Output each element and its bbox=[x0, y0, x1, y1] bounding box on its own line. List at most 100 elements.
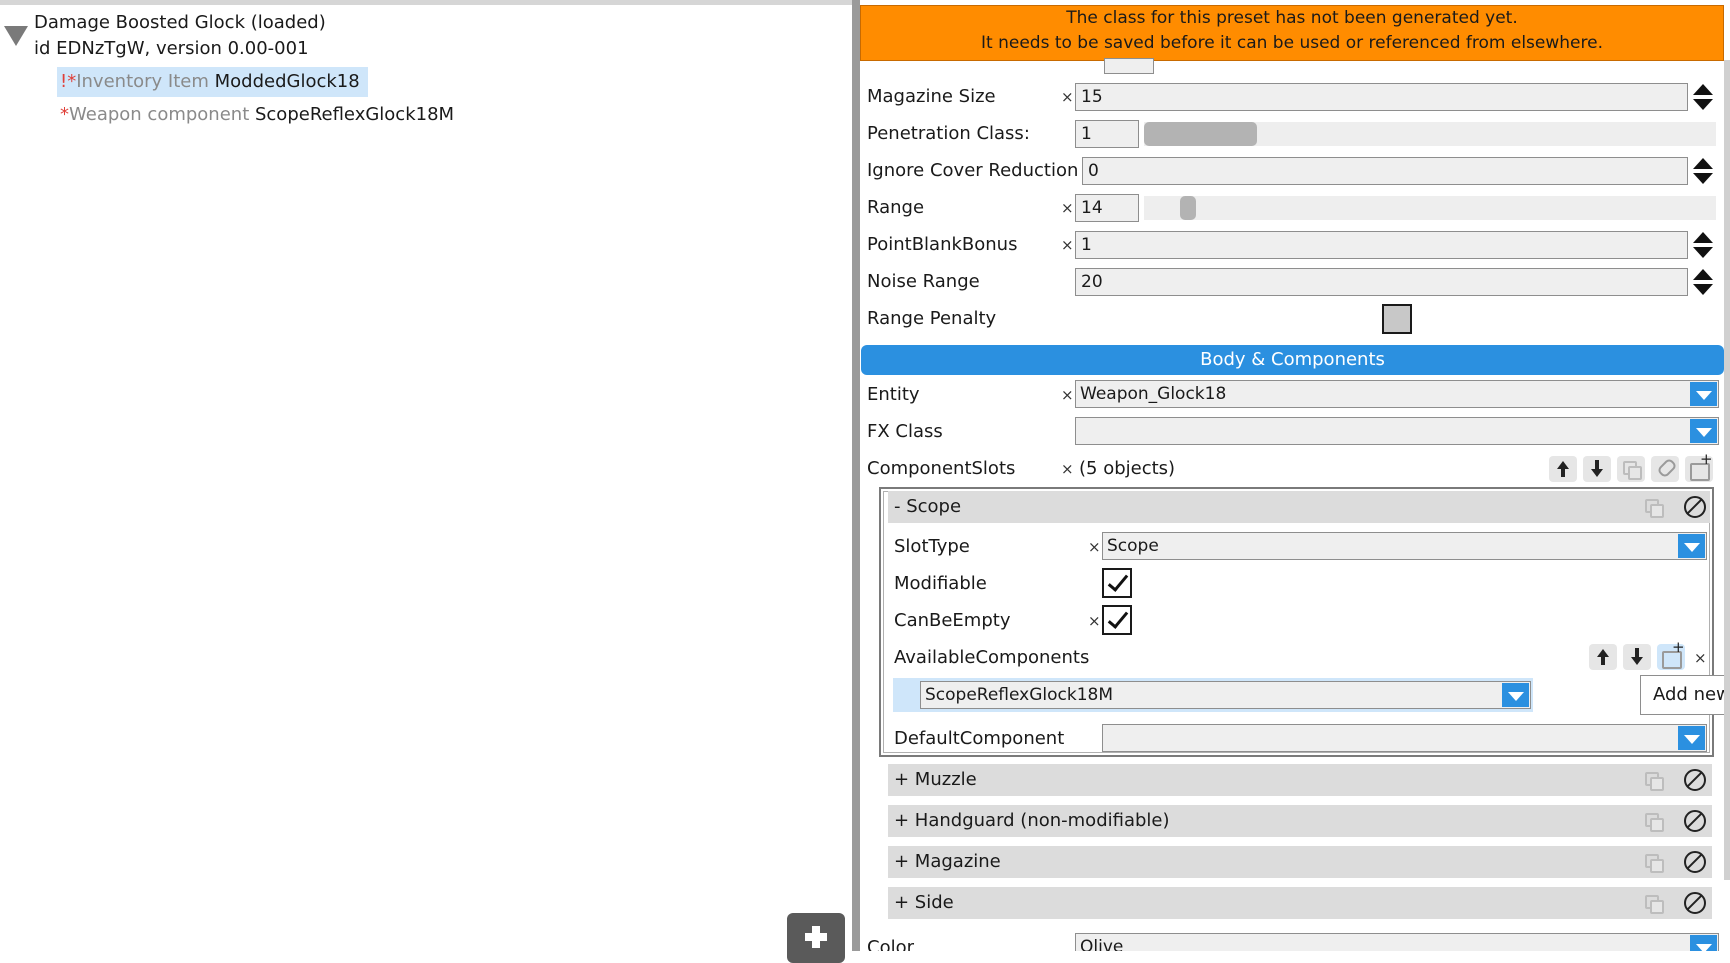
tree-item-kind: Inventory Item bbox=[76, 71, 209, 92]
default-component-dropdown[interactable] bbox=[1102, 724, 1707, 752]
scope-slot-header[interactable]: - Scope bbox=[888, 491, 1710, 523]
duplicate-slot-icon[interactable] bbox=[1639, 849, 1667, 875]
remove-point-blank-bonus-icon[interactable]: × bbox=[1061, 236, 1074, 254]
side-slot-title: + Side bbox=[894, 892, 954, 913]
add-new-component-icon[interactable] bbox=[1657, 638, 1685, 670]
magazine-size-label: Magazine Size bbox=[867, 86, 996, 107]
ignore-cover-reduction-spinner-icon[interactable] bbox=[1693, 157, 1713, 185]
fx-class-dropdown[interactable] bbox=[1075, 417, 1719, 445]
remove-slot-icon[interactable] bbox=[1681, 494, 1709, 520]
magazine-slot-title: + Magazine bbox=[894, 851, 1001, 872]
preset-tree-panel: Damage Boosted Glock (loaded) id EDNzTgW… bbox=[0, 0, 852, 963]
remove-slot-type-icon[interactable]: × bbox=[1088, 538, 1101, 556]
add-item-plus-button[interactable] bbox=[787, 913, 845, 963]
modifiable-checkbox[interactable] bbox=[1102, 568, 1132, 598]
range-slider-handle[interactable] bbox=[1180, 196, 1196, 220]
side-slot-header[interactable]: + Side bbox=[888, 887, 1712, 919]
duplicate-slot-icon[interactable] bbox=[1639, 767, 1667, 793]
penetration-class-input[interactable]: 1 bbox=[1075, 120, 1139, 148]
body-components-section-header[interactable]: Body & Components bbox=[861, 345, 1724, 375]
muzzle-slot-title: + Muzzle bbox=[894, 769, 977, 790]
banner-line-1: The class for this preset has not been g… bbox=[1066, 8, 1518, 28]
add-new-icon[interactable] bbox=[1685, 450, 1713, 482]
point-blank-bonus-spinner-icon[interactable] bbox=[1693, 231, 1713, 259]
component-slots-label: ComponentSlots bbox=[867, 458, 1016, 479]
tree-item-inventory-item[interactable]: !*Inventory Item ModdedGlock18 bbox=[57, 67, 368, 97]
remove-slot-icon[interactable] bbox=[1681, 849, 1709, 875]
tree-item-weapon-component[interactable]: *Weapon component ScopeReflexGlock18M bbox=[57, 100, 462, 130]
chevron-down-icon[interactable] bbox=[1678, 726, 1705, 750]
chevron-down-icon[interactable] bbox=[1690, 935, 1717, 951]
handguard-slot-title: + Handguard (non-modifiable) bbox=[894, 810, 1170, 831]
tree-item-kind: Weapon component bbox=[69, 104, 250, 125]
available-component-dropdown[interactable]: ScopeReflexGlock18M bbox=[920, 681, 1531, 709]
link-icon[interactable] bbox=[1651, 456, 1679, 482]
point-blank-bonus-input[interactable]: 1 bbox=[1075, 231, 1688, 259]
can-be-empty-checkbox[interactable] bbox=[1102, 605, 1132, 635]
magazine-size-input[interactable]: 15 bbox=[1075, 83, 1688, 111]
collapse-triangle-icon[interactable] bbox=[4, 26, 28, 46]
point-blank-bonus-label: PointBlankBonus bbox=[867, 234, 1018, 255]
scope-slot-title: - Scope bbox=[894, 496, 962, 517]
tree-root-title[interactable]: Damage Boosted Glock (loaded) bbox=[34, 12, 326, 33]
tree-item-mark: * bbox=[60, 104, 69, 125]
slot-type-dropdown-value: Scope bbox=[1107, 536, 1159, 556]
remove-slot-icon[interactable] bbox=[1681, 890, 1709, 916]
duplicate-slot-icon[interactable] bbox=[1639, 808, 1667, 834]
chevron-down-icon[interactable] bbox=[1502, 683, 1529, 707]
range-label: Range bbox=[867, 197, 925, 218]
tree-item-name: ModdedGlock18 bbox=[214, 71, 360, 92]
entity-dropdown[interactable]: Weapon_Glock18 bbox=[1075, 380, 1719, 408]
remove-magazine-size-icon[interactable]: × bbox=[1061, 88, 1074, 106]
chevron-down-icon[interactable] bbox=[1690, 419, 1717, 443]
muzzle-slot-header[interactable]: + Muzzle bbox=[888, 764, 1712, 796]
noise-range-input[interactable]: 20 bbox=[1075, 268, 1688, 296]
tree-item-mark: !* bbox=[60, 71, 77, 92]
move-down-arrow-icon[interactable] bbox=[1623, 644, 1651, 670]
remove-range-icon[interactable]: × bbox=[1061, 199, 1074, 217]
move-down-arrow-icon[interactable] bbox=[1583, 456, 1611, 482]
color-dropdown-value: Olive bbox=[1080, 937, 1124, 951]
move-up-arrow-icon[interactable] bbox=[1549, 456, 1577, 482]
move-up-arrow-icon[interactable] bbox=[1589, 644, 1617, 670]
handguard-slot-header[interactable]: + Handguard (non-modifiable) bbox=[888, 805, 1712, 837]
noise-range-spinner-icon[interactable] bbox=[1693, 268, 1713, 296]
remove-component-slots-icon[interactable]: × bbox=[1061, 460, 1074, 478]
remove-available-components-icon[interactable]: × bbox=[1694, 649, 1707, 667]
can-be-empty-label: CanBeEmpty bbox=[894, 610, 1011, 631]
ignore-cover-reduction-input[interactable]: 0 bbox=[1082, 157, 1688, 185]
remove-can-be-empty-icon[interactable]: × bbox=[1088, 612, 1101, 630]
entity-dropdown-value: Weapon_Glock18 bbox=[1080, 384, 1227, 404]
remove-slot-icon[interactable] bbox=[1681, 767, 1709, 793]
duplicate-slot-icon[interactable] bbox=[1639, 890, 1667, 916]
duplicate-slot-icon[interactable] bbox=[1639, 494, 1667, 520]
penetration-class-label: Penetration Class: bbox=[867, 123, 1030, 144]
noise-range-label: Noise Range bbox=[867, 271, 980, 292]
range-penalty-checkbox[interactable] bbox=[1382, 304, 1412, 334]
slot-type-dropdown[interactable]: Scope bbox=[1102, 532, 1707, 560]
range-penalty-label: Range Penalty bbox=[867, 308, 997, 329]
duplicate-icon[interactable] bbox=[1617, 456, 1645, 482]
chevron-down-icon[interactable] bbox=[1690, 382, 1717, 406]
available-component-value: ScopeReflexGlock18M bbox=[925, 685, 1114, 705]
color-label: Color bbox=[867, 937, 914, 951]
panel-splitter[interactable] bbox=[852, 0, 860, 951]
remove-slot-icon[interactable] bbox=[1681, 808, 1709, 834]
remove-entity-icon[interactable]: × bbox=[1061, 386, 1074, 404]
component-slots-count: (5 objects) bbox=[1079, 458, 1176, 479]
entity-label: Entity bbox=[867, 384, 920, 405]
range-slider[interactable] bbox=[1144, 196, 1716, 220]
magazine-slot-header[interactable]: + Magazine bbox=[888, 846, 1712, 878]
penetration-class-slider-handle[interactable] bbox=[1144, 122, 1257, 146]
magazine-size-spinner-icon[interactable] bbox=[1693, 83, 1713, 111]
fx-class-label: FX Class bbox=[867, 421, 943, 442]
ignore-cover-reduction-label: Ignore Cover Reduction bbox=[867, 160, 1079, 181]
range-input[interactable]: 14 bbox=[1075, 194, 1139, 222]
slot-type-label: SlotType bbox=[894, 536, 970, 557]
hidden-row-field[interactable] bbox=[1104, 58, 1154, 74]
tree-item-name: ScopeReflexGlock18M bbox=[254, 104, 455, 125]
chevron-down-icon[interactable] bbox=[1678, 534, 1705, 558]
modifiable-label: Modifiable bbox=[894, 573, 987, 594]
properties-scrollbar[interactable] bbox=[1724, 60, 1730, 880]
color-dropdown[interactable]: Olive bbox=[1075, 933, 1719, 951]
